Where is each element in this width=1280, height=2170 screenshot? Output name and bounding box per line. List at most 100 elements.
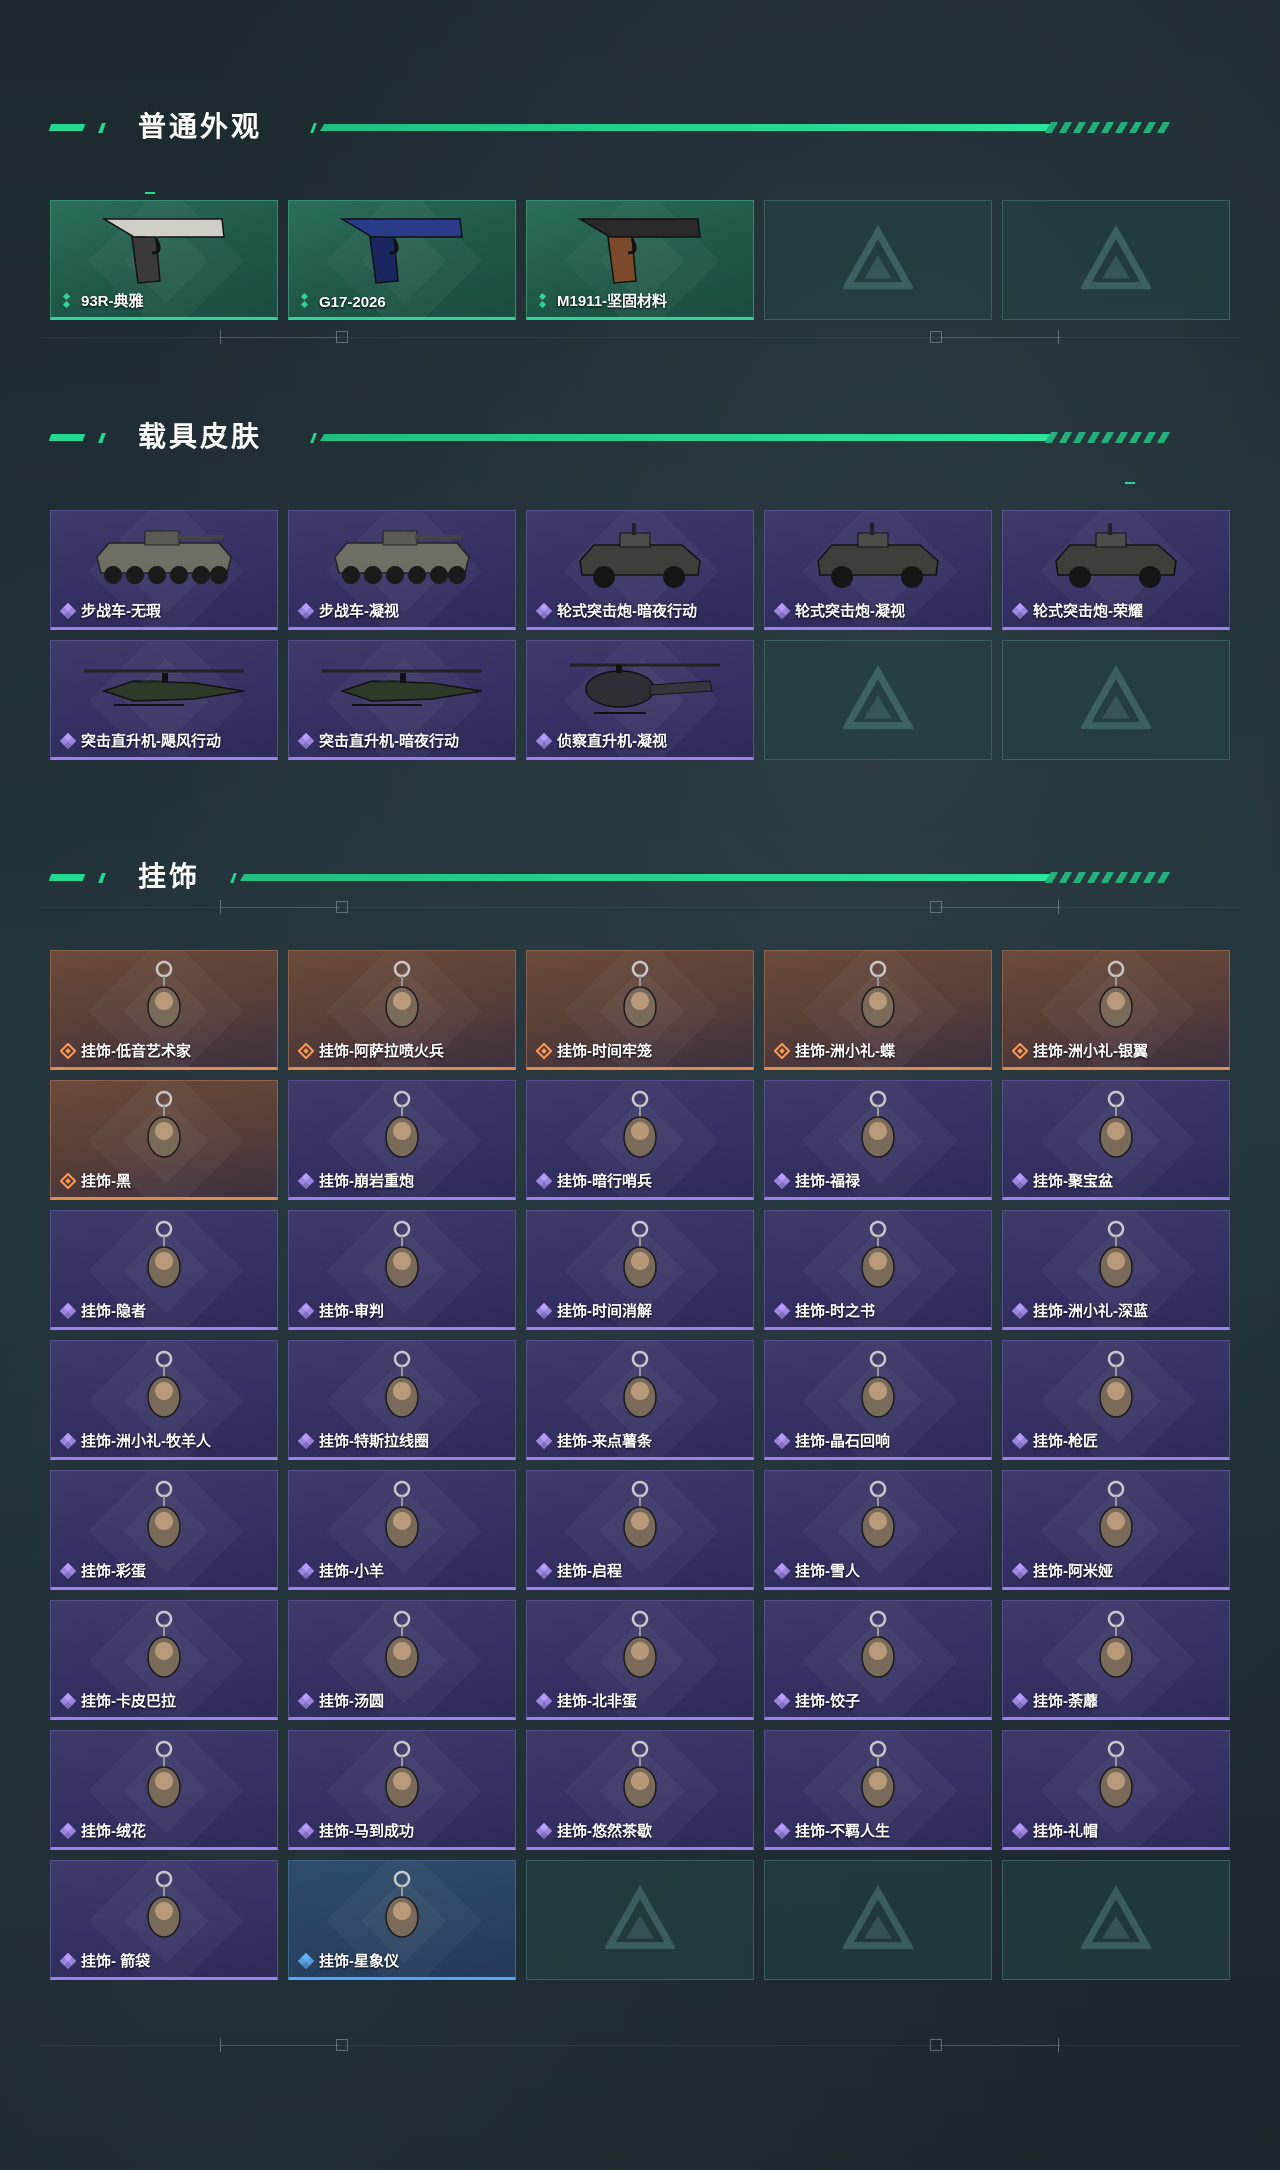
charm-icon — [289, 1471, 515, 1563]
item-label: 93R-典雅 — [81, 293, 144, 310]
rarity-icon — [535, 1042, 553, 1060]
item-card[interactable]: 挂饰-洲小礼-银翼 — [1002, 950, 1230, 1070]
item-card[interactable]: 挂饰-时间牢笼 — [526, 950, 754, 1070]
item-card[interactable]: 挂饰-北非蛋 — [526, 1600, 754, 1720]
item-card[interactable]: M1911-坚固材料 — [526, 200, 754, 320]
item-label: 挂饰-崩岩重炮 — [319, 1173, 414, 1190]
placeholder-logo-icon — [765, 641, 991, 759]
item-label: 挂饰-洲小礼-深蓝 — [1033, 1303, 1148, 1320]
item-card[interactable]: 93R-典雅 — [50, 200, 278, 320]
item-card[interactable]: 挂饰-聚宝盆 — [1002, 1080, 1230, 1200]
item-label: M1911-坚固材料 — [557, 293, 668, 310]
empty-slot — [764, 200, 992, 320]
assault-vehicle-icon — [765, 511, 991, 603]
header-accent-dash — [310, 123, 317, 133]
item-label: 轮式突击炮-荣耀 — [1033, 603, 1143, 620]
rarity-icon — [535, 1302, 553, 1320]
item-label: 挂饰-黑 — [81, 1173, 131, 1190]
decorative-rule — [220, 337, 340, 338]
item-card[interactable]: 挂饰-荼蘼 — [1002, 1600, 1230, 1720]
rarity-icon — [535, 1432, 553, 1450]
charm-icon — [289, 1211, 515, 1303]
rarity-icon — [1011, 1692, 1029, 1710]
rarity-icon — [536, 292, 552, 309]
rarity-icon — [297, 1822, 315, 1840]
item-card[interactable]: 挂饰-隐者 — [50, 1210, 278, 1330]
item-label: 轮式突击炮-暗夜行动 — [557, 603, 697, 620]
item-card[interactable]: 突击直升机-暗夜行动 — [288, 640, 516, 760]
rarity-icon — [59, 732, 77, 750]
item-card[interactable]: 挂饰-雪人 — [764, 1470, 992, 1590]
item-card[interactable]: 挂饰-审判 — [288, 1210, 516, 1330]
pistol-silver-icon — [51, 201, 277, 293]
decorative-square — [930, 2039, 942, 2051]
item-card[interactable]: 挂饰-阿萨拉喷火兵 — [288, 950, 516, 1070]
charm-icon — [51, 1081, 277, 1173]
item-card[interactable]: 挂饰-崩岩重炮 — [288, 1080, 516, 1200]
item-card[interactable]: 挂饰-洲小礼-深蓝 — [1002, 1210, 1230, 1330]
item-card[interactable]: 步战车-凝视 — [288, 510, 516, 630]
item-card[interactable]: 挂饰-时间消解 — [526, 1210, 754, 1330]
attack-helicopter-icon — [289, 641, 515, 733]
charm-icon — [51, 1731, 277, 1823]
rarity-icon — [297, 1952, 315, 1970]
item-card[interactable]: 挂饰-星象仪 — [288, 1860, 516, 1980]
item-card[interactable]: 挂饰-彩蛋 — [50, 1470, 278, 1590]
rarity-icon — [1011, 1172, 1029, 1190]
rarity-icon — [59, 1822, 77, 1840]
item-card[interactable]: 突击直升机-飓风行动 — [50, 640, 278, 760]
item-card[interactable]: 挂饰-时之书 — [764, 1210, 992, 1330]
empty-slot — [764, 1860, 992, 1980]
placeholder-logo-icon — [1003, 1861, 1229, 1979]
item-card[interactable]: 挂饰-卡皮巴拉 — [50, 1600, 278, 1720]
charm-icon — [765, 1081, 991, 1173]
rarity-icon — [297, 1042, 315, 1060]
item-card[interactable]: 挂饰-不羁人生 — [764, 1730, 992, 1850]
item-card[interactable]: 挂饰-福禄 — [764, 1080, 992, 1200]
charm-icon — [1003, 1471, 1229, 1563]
item-card[interactable]: 轮式突击炮-荣耀 — [1002, 510, 1230, 630]
item-label: 挂饰-晶石回响 — [795, 1433, 890, 1450]
item-card[interactable]: 挂饰-绒花 — [50, 1730, 278, 1850]
item-card[interactable]: 挂饰-来点薯条 — [526, 1340, 754, 1460]
item-card[interactable]: 挂饰-暗行哨兵 — [526, 1080, 754, 1200]
item-card[interactable]: 侦察直升机-凝视 — [526, 640, 754, 760]
item-card[interactable]: 步战车-无瑕 — [50, 510, 278, 630]
item-card[interactable]: 挂饰-特斯拉线圈 — [288, 1340, 516, 1460]
item-label: 挂饰-小羊 — [319, 1563, 384, 1580]
charm-icon — [765, 1211, 991, 1303]
item-card[interactable]: 挂饰- 箭袋 — [50, 1860, 278, 1980]
item-label: 挂饰-悠然茶歇 — [557, 1823, 652, 1840]
item-card[interactable]: 轮式突击炮-凝视 — [764, 510, 992, 630]
pistol-blue-icon — [289, 201, 515, 293]
header-accent-dash — [98, 873, 106, 883]
item-label: 挂饰-荼蘼 — [1033, 1693, 1098, 1710]
item-label: 挂饰-低音艺术家 — [81, 1043, 191, 1060]
item-card[interactable]: 挂饰-枪匠 — [1002, 1340, 1230, 1460]
item-card[interactable]: 挂饰-阿米娅 — [1002, 1470, 1230, 1590]
item-card[interactable]: 挂饰-启程 — [526, 1470, 754, 1590]
charm-icon — [1003, 1211, 1229, 1303]
ifv-icon — [51, 511, 277, 603]
item-card[interactable]: 挂饰-洲小礼-牧羊人 — [50, 1340, 278, 1460]
decorative-tick — [220, 330, 221, 344]
section-title: 挂饰 — [138, 861, 201, 892]
item-label: 挂饰-彩蛋 — [81, 1563, 146, 1580]
item-card[interactable]: 挂饰-马到成功 — [288, 1730, 516, 1850]
item-card[interactable]: 挂饰-汤圆 — [288, 1600, 516, 1720]
charm-icon — [51, 1861, 277, 1953]
item-card[interactable]: 挂饰-礼帽 — [1002, 1730, 1230, 1850]
item-card[interactable]: 挂饰-黑 — [50, 1080, 278, 1200]
item-card[interactable]: 轮式突击炮-暗夜行动 — [526, 510, 754, 630]
item-card[interactable]: 挂饰-悠然茶歇 — [526, 1730, 754, 1850]
item-card[interactable]: 挂饰-低音艺术家 — [50, 950, 278, 1070]
item-card[interactable]: 挂饰-晶石回响 — [764, 1340, 992, 1460]
empty-slot — [764, 640, 992, 760]
item-card[interactable]: 挂饰-饺子 — [764, 1600, 992, 1720]
item-label: 挂饰-聚宝盆 — [1033, 1173, 1113, 1190]
item-card[interactable]: 挂饰-洲小礼-蝶 — [764, 950, 992, 1070]
item-card[interactable]: 挂饰-小羊 — [288, 1470, 516, 1590]
item-label: 挂饰-阿萨拉喷火兵 — [319, 1043, 444, 1060]
item-label: 侦察直升机-凝视 — [557, 733, 667, 750]
item-card[interactable]: G17-2026 — [288, 200, 516, 320]
